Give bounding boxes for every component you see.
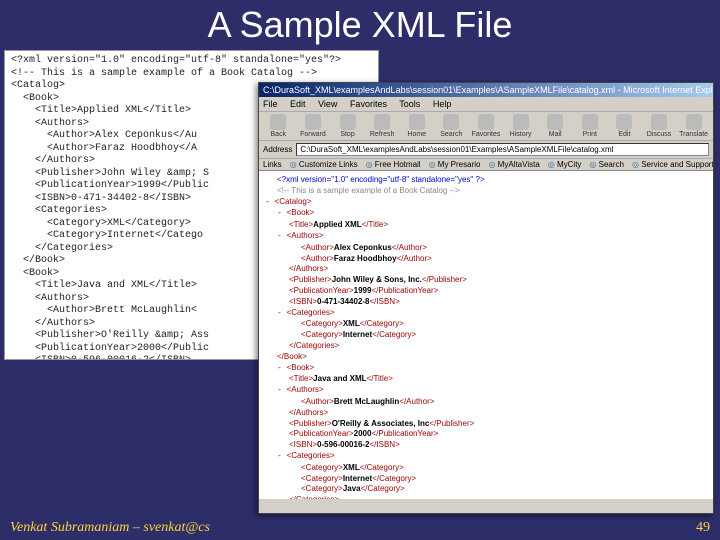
- slide-footer: Venkat Subramaniam – svenkat@cs 49: [10, 520, 710, 536]
- book2-authors-open: - <Authors>: [277, 385, 707, 397]
- home-button[interactable]: Home: [401, 114, 432, 138]
- link-customize[interactable]: Customize Links: [290, 160, 358, 169]
- book2-authors-close: </Authors>: [289, 408, 707, 419]
- book2-title: <Title>Java and XML</Title>: [289, 374, 707, 385]
- print-label: Print: [583, 131, 597, 138]
- discuss-icon: [651, 114, 667, 130]
- tag-catalog: Catalog: [279, 197, 307, 206]
- book1-cats-open: - <Categories>: [277, 308, 707, 320]
- stop-button[interactable]: Stop: [332, 114, 363, 138]
- translate-icon: [686, 114, 702, 130]
- discuss-button[interactable]: Discuss: [644, 114, 675, 138]
- book1-isbn: <ISBN>0-471-34402-8</ISBN>: [289, 297, 707, 308]
- history-button[interactable]: History: [505, 114, 536, 138]
- ie-linksbar: Links Customize Links Free Hotmail My Pr…: [259, 159, 713, 171]
- links-label: Links: [263, 160, 282, 169]
- print-icon: [582, 114, 598, 130]
- slide: A Sample XML File <?xml version="1.0" en…: [0, 0, 720, 540]
- link-hotmail[interactable]: Free Hotmail: [366, 160, 421, 169]
- search-icon: [443, 114, 459, 130]
- ie-toolbar: Back Forward Stop Refresh Home Search Fa…: [259, 112, 713, 141]
- catalog-open: - <Catalog>: [265, 197, 707, 209]
- book2-isbn: <ISBN>0-596-00016-2</ISBN>: [289, 440, 707, 451]
- mail-label: Mail: [549, 131, 562, 138]
- book1-pubyear: <PublicationYear>1999</PublicationYear>: [289, 286, 707, 297]
- footer-author: Venkat Subramaniam – svenkat@cs: [10, 520, 210, 535]
- ie-content-xml: <?xml version="1.0" encoding="utf-8" sta…: [259, 171, 713, 499]
- history-icon: [513, 114, 529, 130]
- book1-publisher: <Publisher>John Wiley & Sons, Inc.</Publ…: [289, 275, 707, 286]
- book2-cat3: <Category>Java</Category>: [301, 484, 707, 495]
- book2-pubyear: <PublicationYear>2000</PublicationYear>: [289, 429, 707, 440]
- ie-window: C:\DuraSoft_XML\examplesAndLabs\session0…: [258, 82, 714, 514]
- menu-favorites[interactable]: Favorites: [350, 99, 387, 109]
- book2-cat1: <Category>XML</Category>: [301, 463, 707, 474]
- edit-label: Edit: [618, 131, 630, 138]
- link-service[interactable]: Service and Support: [632, 160, 713, 169]
- slide-title: A Sample XML File: [0, 0, 720, 46]
- menu-edit[interactable]: Edit: [290, 99, 306, 109]
- address-label: Address: [263, 145, 292, 154]
- book1-close: </Book>: [277, 352, 707, 363]
- menu-help[interactable]: Help: [433, 99, 452, 109]
- mail-button[interactable]: Mail: [540, 114, 571, 138]
- search-label: Search: [440, 131, 462, 138]
- book2-author1: <Author>Brett McLaughlin</Author>: [301, 397, 707, 408]
- ie-addressbar: Address C:\DuraSoft_XML\examplesAndLabs\…: [259, 141, 713, 159]
- menu-file[interactable]: File: [263, 99, 278, 109]
- book2-open: - <Book>: [277, 363, 707, 375]
- edit-button[interactable]: Edit: [609, 114, 640, 138]
- refresh-label: Refresh: [370, 131, 395, 138]
- link-mycity[interactable]: MyCity: [548, 160, 582, 169]
- book2-cats-open: - <Categories>: [277, 451, 707, 463]
- home-icon: [409, 114, 425, 130]
- book1-cats-close: </Categories>: [289, 341, 707, 352]
- book1-author1: <Author>Alex Ceponkus</Author>: [301, 243, 707, 254]
- address-input[interactable]: C:\DuraSoft_XML\examplesAndLabs\session0…: [296, 143, 709, 156]
- link-search[interactable]: Search: [589, 160, 624, 169]
- back-icon: [270, 114, 286, 130]
- stop-label: Stop: [340, 131, 354, 138]
- search-button[interactable]: Search: [436, 114, 467, 138]
- refresh-button[interactable]: Refresh: [367, 114, 398, 138]
- translate-label: Translate: [679, 131, 708, 138]
- page-number: 49: [696, 520, 710, 536]
- forward-icon: [305, 114, 321, 130]
- ie-menubar[interactable]: File Edit View Favorites Tools Help: [259, 97, 713, 112]
- link-altavista[interactable]: MyAltaVista: [488, 160, 539, 169]
- refresh-icon: [374, 114, 390, 130]
- favorites-icon: [478, 114, 494, 130]
- print-button[interactable]: Print: [574, 114, 605, 138]
- home-label: Home: [407, 131, 426, 138]
- back-button[interactable]: Back: [263, 114, 294, 138]
- book-open: - <Book>: [277, 208, 707, 220]
- menu-tools[interactable]: Tools: [399, 99, 420, 109]
- book1-authors-close: </Authors>: [289, 264, 707, 275]
- mail-icon: [547, 114, 563, 130]
- book2-publisher: <Publisher>O'Reilly & Associates, Inc</P…: [289, 419, 707, 430]
- edit-icon: [616, 114, 632, 130]
- book1-authors-open: - <Authors>: [277, 231, 707, 243]
- forward-button[interactable]: Forward: [298, 114, 329, 138]
- ie-titlebar: C:\DuraSoft_XML\examplesAndLabs\session0…: [259, 83, 713, 97]
- book1-author2: <Author>Faraz Hoodbhoy</Author>: [301, 254, 707, 265]
- back-label: Back: [271, 131, 287, 138]
- translate-button[interactable]: Translate: [678, 114, 709, 138]
- book1-cat2: <Category>Internet</Category>: [301, 330, 707, 341]
- book2-cat2: <Category>Internet</Category>: [301, 474, 707, 485]
- xml-comment: <!-- This is a sample example of a Book …: [277, 186, 707, 197]
- favorites-button[interactable]: Favorites: [471, 114, 502, 138]
- discuss-label: Discuss: [647, 131, 672, 138]
- book1-title: <Title>Applied XML</Title>: [289, 220, 707, 231]
- book1-cat1: <Category>XML</Category>: [301, 319, 707, 330]
- book2-cats-close: </Categories>: [289, 495, 707, 499]
- xml-declaration: <?xml version="1.0" encoding="utf-8" sta…: [277, 175, 707, 186]
- favorites-label: Favorites: [472, 131, 501, 138]
- link-presario[interactable]: My Presario: [429, 160, 481, 169]
- stop-icon: [340, 114, 356, 130]
- menu-view[interactable]: View: [318, 99, 337, 109]
- history-label: History: [510, 131, 532, 138]
- forward-label: Forward: [300, 131, 326, 138]
